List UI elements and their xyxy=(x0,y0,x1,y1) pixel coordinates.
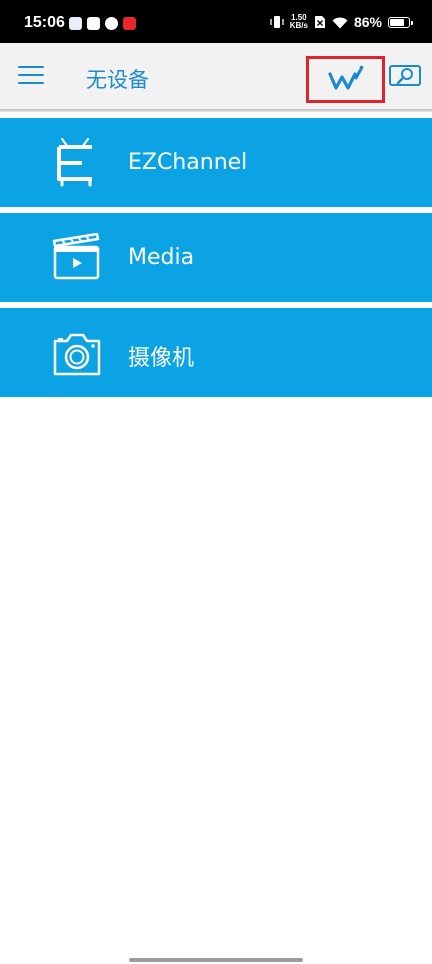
wifi-icon xyxy=(332,16,348,28)
page-title: 无设备 xyxy=(86,68,149,92)
status-time: 15:06 xyxy=(24,14,65,31)
app-bar-shadow xyxy=(0,109,432,112)
menu-item-label: 摄像机 xyxy=(128,346,195,371)
battery-icon xyxy=(388,16,413,28)
menu-item-camera[interactable]: 摄像机 xyxy=(0,308,432,397)
app-bar: 无设备 xyxy=(0,43,432,109)
menu-icon[interactable] xyxy=(18,63,46,89)
app-notification-icon xyxy=(105,17,118,30)
no-sim-icon xyxy=(314,16,325,28)
search-icon xyxy=(389,65,421,86)
menu-list: EZChannel Media 摄像机 xyxy=(0,118,432,403)
camera-icon xyxy=(53,333,101,376)
w-pen-icon xyxy=(328,65,364,90)
tv-icon xyxy=(57,138,92,187)
status-bar: 15:06 1.50 KB/s 86% xyxy=(0,0,432,43)
network-speed: 1.50 KB/s xyxy=(289,13,308,30)
app-notification-icon xyxy=(123,17,136,30)
menu-item-label: EZChannel xyxy=(128,150,248,175)
menu-item-ezchannel[interactable]: EZChannel xyxy=(0,118,432,207)
menu-item-label: Media xyxy=(128,245,195,270)
app-notification-icon xyxy=(87,17,100,30)
app-notification-icon xyxy=(69,17,82,30)
battery-percent: 86% xyxy=(353,14,382,30)
vibrate-icon xyxy=(270,16,284,28)
home-indicator[interactable] xyxy=(129,958,303,962)
highlighted-w-button[interactable] xyxy=(306,56,385,103)
cast-search-button[interactable] xyxy=(389,64,421,88)
clapperboard-icon xyxy=(52,233,100,280)
menu-item-media[interactable]: Media xyxy=(0,213,432,302)
